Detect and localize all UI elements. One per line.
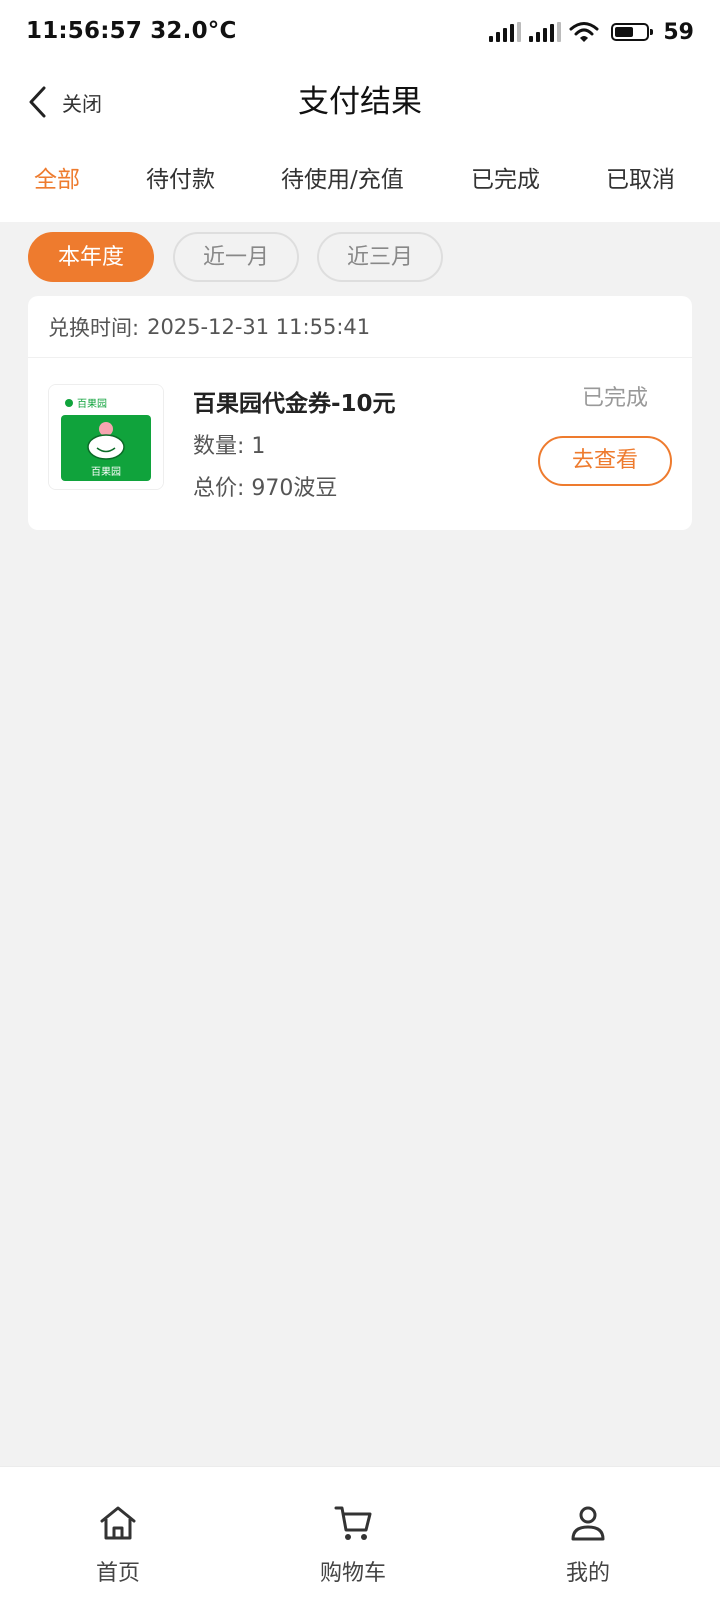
product-thumbnail[interactable]: 百果园 百果园: [48, 384, 164, 490]
nav-bar: 关闭 支付结果: [0, 66, 720, 138]
tab-pending-use[interactable]: 待使用/充值: [281, 162, 404, 198]
order-time-value: 2025-12-31 11:55:41: [147, 314, 371, 339]
filter-last-month[interactable]: 近一月: [173, 232, 299, 282]
nav-profile-label: 我的: [565, 1561, 610, 1586]
nav-profile[interactable]: 我的: [508, 1467, 668, 1600]
view-order-button[interactable]: 去查看: [538, 436, 672, 486]
battery-level: 59: [663, 19, 694, 45]
page-title: 支付结果: [298, 84, 422, 120]
signal-icon: [529, 22, 562, 42]
nav-home-label: 首页: [95, 1561, 140, 1586]
product-name: 百果园代金券-10元: [193, 391, 396, 417]
tab-cancelled[interactable]: 已取消: [606, 162, 675, 198]
home-icon: [100, 1506, 136, 1540]
filter-this-year[interactable]: 本年度: [28, 232, 154, 282]
battery-fill: [615, 27, 634, 37]
product-total-price: 总价: 970波豆: [193, 476, 338, 501]
status-bar: 11:56:57 32.0°C 59: [0, 0, 720, 66]
status-time: 11:56:57 32.0°C: [26, 18, 237, 44]
bottom-nav: 首页 购物车 我的: [0, 1466, 720, 1600]
battery-icon: [611, 23, 654, 41]
svg-text:百果园: 百果园: [91, 466, 121, 478]
tab-all[interactable]: 全部: [34, 162, 80, 198]
svg-text:百果园: 百果园: [77, 398, 107, 410]
order-time: 兑换时间: 2025-12-31 11:55:41: [28, 296, 692, 358]
order-card[interactable]: 兑换时间: 2025-12-31 11:55:41 百果园 百果园 百果园代金券…: [28, 296, 692, 530]
wifi-icon: [569, 22, 599, 42]
order-tabs: 全部 待付款 待使用/充值 已完成 已取消: [0, 150, 720, 214]
nav-cart-label: 购物车: [319, 1561, 386, 1586]
filter-last-three-months[interactable]: 近三月: [317, 232, 443, 282]
nav-home[interactable]: 首页: [38, 1467, 198, 1600]
product-quantity: 数量: 1: [193, 434, 266, 459]
signal-icon: [489, 22, 522, 42]
nav-cart[interactable]: 购物车: [273, 1467, 433, 1600]
order-status: 已完成: [581, 386, 648, 411]
cart-icon: [334, 1506, 372, 1540]
order-time-label: 兑换时间:: [48, 315, 140, 340]
product-logo-image: 百果园 百果园: [49, 385, 163, 489]
tab-completed[interactable]: 已完成: [471, 162, 540, 198]
user-icon: [571, 1506, 605, 1541]
tab-pending-payment[interactable]: 待付款: [146, 162, 215, 198]
status-indicators: 59: [489, 18, 694, 46]
